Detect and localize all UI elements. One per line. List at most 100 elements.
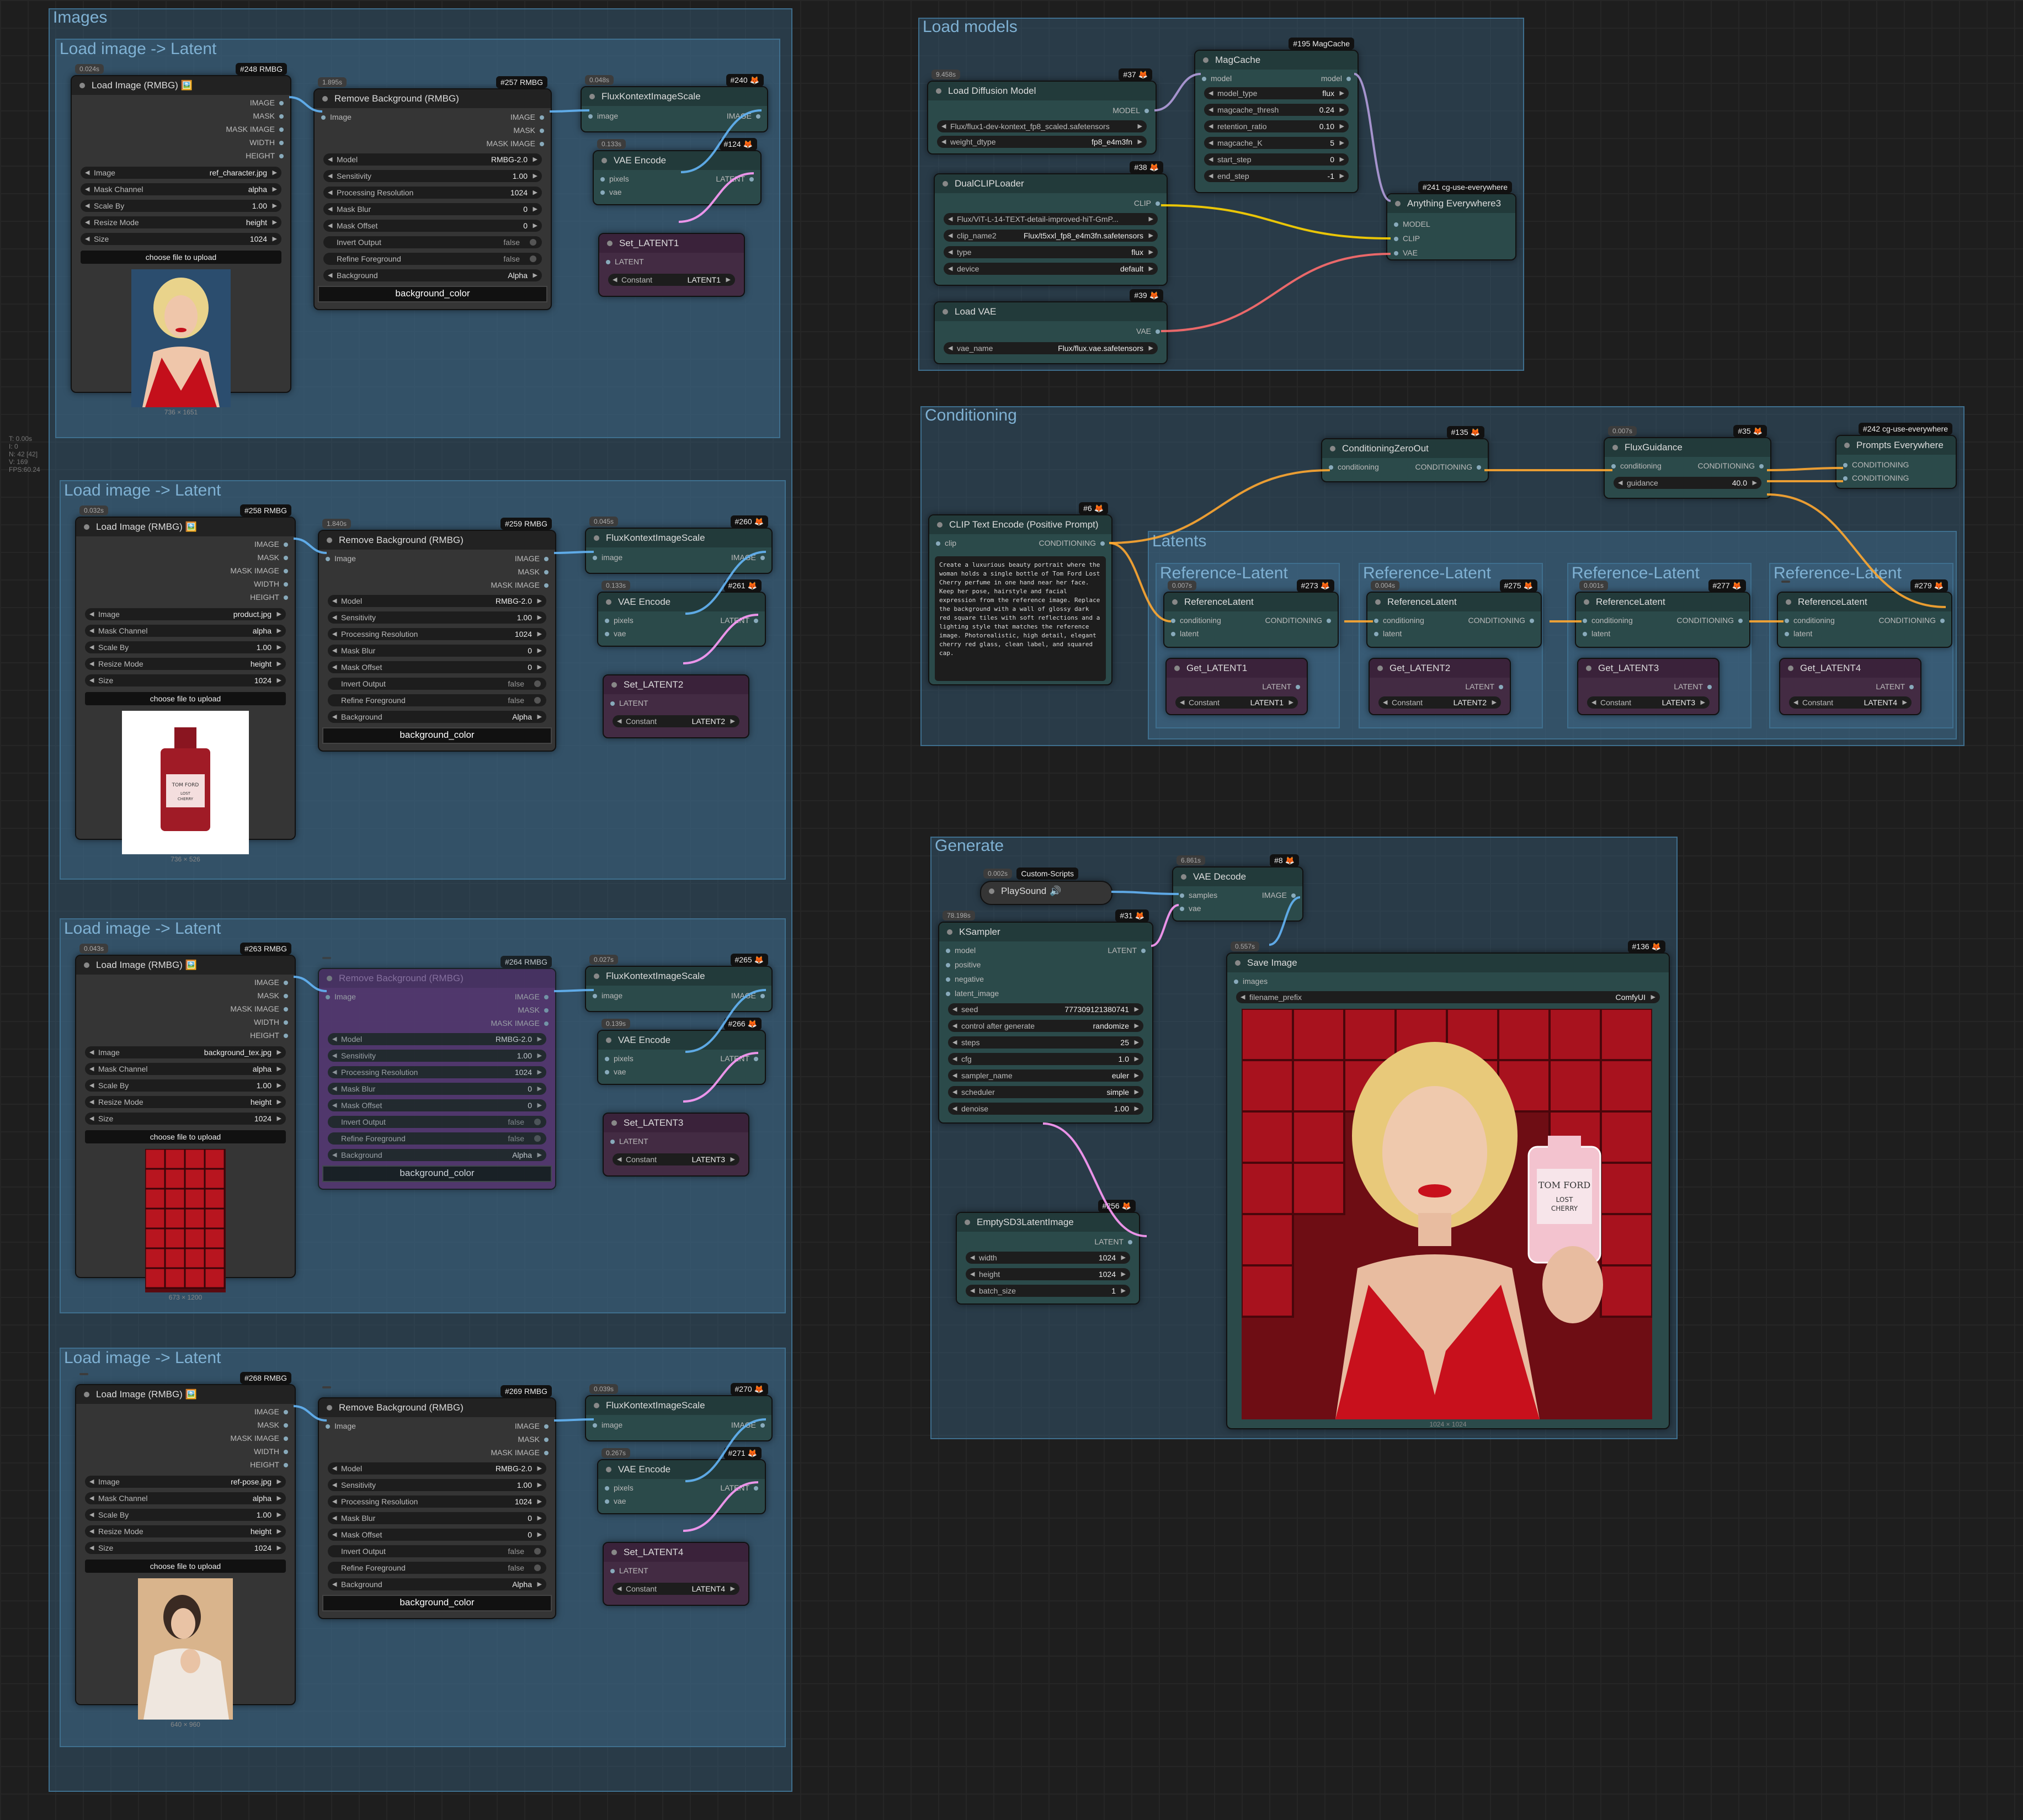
input-images[interactable]: images <box>1234 977 1268 986</box>
input-image[interactable]: image <box>588 111 618 120</box>
input-vae[interactable]: vae <box>605 1067 626 1076</box>
node-get-latent-4[interactable]: Get_LATENT4 LATENT ConstantLATENT4 <box>1779 658 1921 715</box>
size-widget[interactable]: Size1024 <box>85 1542 286 1554</box>
output-mask[interactable]: MASK <box>253 111 284 120</box>
ksampler-widget-0[interactable]: seed777309121380741 <box>948 1003 1143 1015</box>
node-vae-encode-4[interactable]: 0.267s #271 🦊 VAE Encode pixels vae LATE… <box>597 1447 766 1514</box>
output-width[interactable]: WIDTH <box>249 138 284 147</box>
magcache-widget-4[interactable]: start_step0 <box>1204 153 1349 166</box>
input-vae[interactable]: vae <box>1180 904 1201 913</box>
model-widget[interactable]: ModelRMBG-2.0 <box>323 153 542 166</box>
input-latent[interactable]: LATENT <box>610 1137 648 1146</box>
node-load-image-1[interactable]: 0.024s #248 RMBG Load Image (RMBG) 🖼️ IM… <box>71 63 291 416</box>
output-latent[interactable]: LATENT <box>1262 682 1300 691</box>
output-clip[interactable]: CLIP <box>1134 199 1160 207</box>
background-widget[interactable]: BackgroundAlpha <box>328 1149 546 1161</box>
input-pixels[interactable]: pixels <box>605 616 633 625</box>
node-reference-latent-1[interactable]: 0.007s #273 🦊 ReferenceLatent conditioni… <box>1163 579 1339 648</box>
node-vae-encode-1[interactable]: 0.133s #124 🦊 VAE Encode pixels vae LATE… <box>593 138 762 205</box>
background-color-button[interactable]: background_color <box>322 1166 552 1182</box>
mask-blur-widget[interactable]: Mask Blur0 <box>328 1083 546 1095</box>
mask-blur-widget[interactable]: Mask Blur0 <box>323 203 542 215</box>
resize-mode-widget[interactable]: Resize Modeheight <box>85 1525 286 1537</box>
resize-mode-widget[interactable]: Resize Modeheight <box>85 658 286 670</box>
output-vae[interactable]: VAE <box>1136 327 1160 336</box>
input-image[interactable]: Image <box>326 1422 356 1430</box>
output-latent[interactable]: LATENT <box>720 616 758 625</box>
input-image[interactable]: Image <box>326 554 356 563</box>
input-vae[interactable]: vae <box>605 629 626 638</box>
output-mask[interactable]: MASK <box>257 991 288 1000</box>
output-height[interactable]: HEIGHT <box>250 593 288 602</box>
input-conditioning[interactable]: conditioning <box>1785 616 1835 625</box>
input-image[interactable]: image <box>593 1420 622 1429</box>
input-pixels[interactable]: pixels <box>605 1054 633 1063</box>
output-conditioning[interactable]: CONDITIONING <box>1698 461 1764 470</box>
input-image[interactable]: image <box>593 991 622 1000</box>
ksampler-widget-3[interactable]: cfg1.0 <box>948 1053 1143 1065</box>
input-3[interactable]: latent_image <box>946 989 999 998</box>
input-latent[interactable]: latent <box>1171 629 1199 638</box>
output-mask-image[interactable]: MASK IMAGE <box>230 1434 288 1443</box>
input-conditioning[interactable]: conditioning <box>1171 616 1221 625</box>
output-conditioning[interactable]: CONDITIONING <box>1039 539 1105 547</box>
node-remove-background-2[interactable]: 1.840s #259 RMBG Remove Background (RMBG… <box>318 518 556 752</box>
size-widget[interactable]: Size1024 <box>85 1113 286 1125</box>
output-conditioning[interactable]: CONDITIONING <box>1879 616 1945 625</box>
image-file-widget[interactable]: Imageref_character.jpg <box>81 167 281 179</box>
input-latent[interactable]: latent <box>1785 629 1812 638</box>
node-playsound[interactable]: 0.002s Custom-Scripts PlaySound 🔊 <box>980 868 1112 905</box>
latent-widget-2[interactable]: batch_size1 <box>966 1285 1130 1297</box>
output-latent[interactable]: LATENT <box>720 1483 758 1492</box>
input-image[interactable]: image <box>593 553 622 562</box>
node-ksampler[interactable]: 78.198s #31 🦊 KSampler LATENT model posit… <box>938 909 1153 1124</box>
output-model[interactable]: model <box>1321 74 1351 83</box>
output-image[interactable]: IMAGE <box>731 553 765 562</box>
node-load-image-3[interactable]: 0.043s #263 RMBG Load Image (RMBG) 🖼️ IM… <box>75 943 296 1301</box>
node-load-image-4[interactable]: #268 RMBG Load Image (RMBG) 🖼️ IMAGE MAS… <box>75 1372 296 1728</box>
output-image[interactable]: IMAGE <box>510 113 544 121</box>
latent-widget-0[interactable]: width1024 <box>966 1252 1130 1264</box>
node-vae-encode-3[interactable]: 0.139s #266 🦊 VAE Encode pixels vae LATE… <box>597 1018 766 1085</box>
constant-widget[interactable]: ConstantLATENT4 <box>613 1583 739 1595</box>
ksampler-widget-1[interactable]: control after generaterandomize <box>948 1020 1143 1032</box>
constant-widget[interactable]: ConstantLATENT4 <box>1789 696 1912 709</box>
node-magcache[interactable]: #195 MagCache MagCache model model model… <box>1194 38 1359 193</box>
input-clip[interactable]: CLIP <box>1394 234 1420 243</box>
input-latent[interactable]: LATENT <box>610 699 648 707</box>
background-color-button[interactable]: background_color <box>322 1595 552 1611</box>
upload-button[interactable]: choose file to upload <box>81 251 281 264</box>
output-latent[interactable]: LATENT <box>1465 682 1503 691</box>
magcache-widget-3[interactable]: magcache_K5 <box>1204 137 1349 149</box>
node-remove-background-4[interactable]: #269 RMBG Remove Background (RMBG) Image… <box>318 1385 556 1619</box>
input-latent[interactable]: latent <box>1583 629 1610 638</box>
background-color-button[interactable]: background_color <box>318 286 547 302</box>
output-latent[interactable]: LATENT <box>720 1054 758 1063</box>
output-mask[interactable]: MASK <box>518 1435 549 1444</box>
processing-resolution-widget[interactable]: Processing Resolution1024 <box>328 1496 546 1508</box>
output-mask-image[interactable]: MASK IMAGE <box>486 139 544 148</box>
output-latent[interactable]: LATENT <box>1108 946 1146 955</box>
output-conditioning[interactable]: CONDITIONING <box>1677 616 1743 625</box>
input-latent[interactable]: LATENT <box>610 1566 648 1575</box>
output-image[interactable]: IMAGE <box>727 111 760 120</box>
output-mask-image[interactable]: MASK IMAGE <box>230 1004 288 1013</box>
output-mask-image[interactable]: MASK IMAGE <box>491 1448 549 1457</box>
magcache-widget-1[interactable]: magcache_thresh0.24 <box>1204 104 1349 116</box>
constant-widget[interactable]: ConstantLATENT1 <box>1175 696 1298 709</box>
output-height[interactable]: HEIGHT <box>250 1031 288 1040</box>
input-image[interactable]: Image <box>321 113 352 121</box>
input-0[interactable]: model <box>946 946 976 955</box>
mask-blur-widget[interactable]: Mask Blur0 <box>328 1512 546 1524</box>
constant-widget[interactable]: ConstantLATENT3 <box>613 1153 739 1166</box>
node-set-latent-3[interactable]: Set_LATENT3 LATENT ConstantLATENT3 <box>603 1113 749 1177</box>
processing-resolution-widget[interactable]: Processing Resolution1024 <box>328 1066 546 1078</box>
node-vae-encode-2[interactable]: 0.133s #261 🦊 VAE Encode pixels vae LATE… <box>597 579 766 647</box>
output-image[interactable]: IMAGE <box>254 978 288 987</box>
input-conditioning[interactable]: conditioning <box>1329 462 1379 471</box>
size-widget[interactable]: Size1024 <box>81 233 281 245</box>
input-samples[interactable]: samples <box>1180 891 1217 900</box>
output-width[interactable]: WIDTH <box>254 1018 288 1026</box>
mask-channel-widget[interactable]: Mask Channelalpha <box>85 1492 286 1504</box>
node-flux-kontext-scale-2[interactable]: 0.045s #260 🦊 FluxKontextImageScale imag… <box>585 515 773 574</box>
